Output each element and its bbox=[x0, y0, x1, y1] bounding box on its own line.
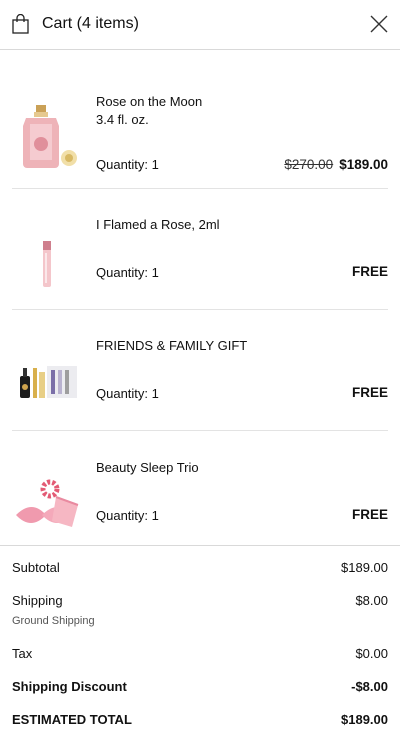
item-quantity: Quantity: 1 bbox=[96, 265, 159, 280]
cart-header: Cart (4 items) bbox=[0, 0, 400, 50]
item-name: FRIENDS & FAMILY GIFT bbox=[96, 338, 248, 353]
item-name: Rose on the Moon bbox=[96, 94, 203, 109]
item-quantity: Quantity: 1 bbox=[96, 386, 159, 401]
shipping-label: Shipping bbox=[12, 593, 63, 608]
estimated-total-value: $189.00 bbox=[341, 712, 388, 727]
original-price: $270.00 bbox=[284, 157, 334, 172]
item-price: FREE bbox=[351, 264, 388, 279]
product-image-beauty-sleep-trio[interactable] bbox=[12, 469, 82, 539]
subtotal-label: Subtotal bbox=[12, 560, 60, 575]
close-icon[interactable] bbox=[369, 14, 389, 34]
cart-title: Cart (4 items) bbox=[42, 15, 139, 32]
cart-item: I Flamed a Rose, 2ml Quantity: 1 FREE bbox=[12, 189, 388, 310]
shipping-method: Ground Shipping bbox=[12, 615, 95, 627]
subtotal-value: $189.00 bbox=[341, 560, 388, 575]
cart-item: Beauty Sleep Trio Quantity: 1 FREE bbox=[12, 431, 388, 545]
product-image-friends-family-gift[interactable] bbox=[12, 350, 82, 420]
shopping-bag-icon bbox=[12, 14, 29, 34]
estimated-total-label: ESTIMATED TOTAL bbox=[12, 712, 132, 727]
product-image-i-flamed-a-rose[interactable] bbox=[12, 229, 82, 299]
product-image-rose-on-the-moon[interactable] bbox=[12, 102, 82, 172]
shipping-value: $8.00 bbox=[355, 593, 388, 608]
tax-value: $0.00 bbox=[355, 646, 388, 661]
item-price: $270.00 $189.00 bbox=[284, 157, 388, 172]
item-name: Beauty Sleep Trio bbox=[96, 460, 199, 475]
cart-item: Rose on the Moon 3.4 fl. oz. Quantity: 1… bbox=[12, 70, 388, 189]
order-summary: Subtotal $189.00 Shipping $8.00 Ground S… bbox=[0, 545, 400, 727]
item-size: 3.4 fl. oz. bbox=[96, 112, 149, 127]
cart-items-list: Rose on the Moon 3.4 fl. oz. Quantity: 1… bbox=[0, 70, 400, 545]
shipping-discount-value: -$8.00 bbox=[351, 679, 388, 694]
item-price: FREE bbox=[351, 385, 388, 400]
shipping-discount-label: Shipping Discount bbox=[12, 679, 127, 694]
item-price: FREE bbox=[351, 507, 388, 522]
cart-item: FRIENDS & FAMILY GIFT Quantity: 1 FREE bbox=[12, 310, 388, 431]
tax-label: Tax bbox=[12, 646, 33, 661]
item-quantity: Quantity: 1 bbox=[96, 508, 159, 523]
item-quantity: Quantity: 1 bbox=[96, 157, 159, 172]
sale-price: $189.00 bbox=[339, 157, 388, 172]
item-name: I Flamed a Rose, 2ml bbox=[96, 217, 220, 232]
